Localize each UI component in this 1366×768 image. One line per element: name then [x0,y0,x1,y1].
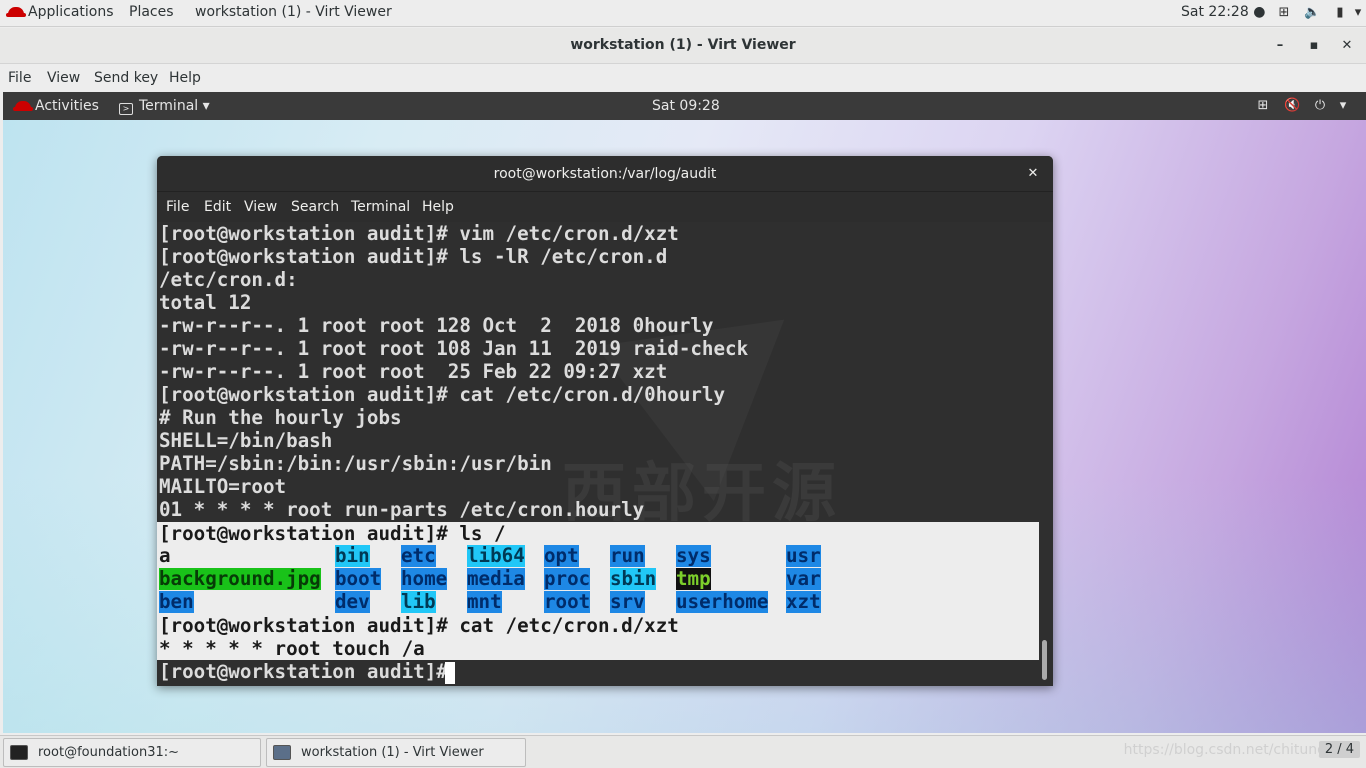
terminal-prompt[interactable]: [root@workstation audit]# [159,660,459,683]
terminal-line: * * * * * root touch /a [159,637,425,660]
terminal-line: # Run the hourly jobs [159,406,402,429]
network-icon[interactable]: ⊞ [1255,98,1271,114]
viewer-titlebar: workstation (1) - Virt Viewer – ▪ ✕ [0,28,1366,64]
terminal-output[interactable]: 西部开源 [root@workstation audit]# vim /etc/… [157,222,1053,686]
terminal-scrollbar[interactable] [1039,222,1049,686]
terminal-line: [root@workstation audit]# cat /etc/cron.… [159,383,726,406]
terminal-icon [10,745,28,760]
ls-entry: etc [401,544,436,567]
viewer-menubar: File View Send key Help [0,64,1366,92]
maximize-button[interactable]: ▪ [1304,36,1324,56]
applications-label: Applications [28,4,114,20]
ls-entry: opt [544,544,579,567]
guest-desktop[interactable]: Activities > Terminal ▾ Sat 09:28 ⊞ 🔇 ⏻ ▾… [3,92,1366,733]
menu-view[interactable]: View [47,70,80,86]
ls-entry: run [610,544,645,567]
terminal-line: -rw-r--r--. 1 root root 108 Jan 11 2019 … [159,337,749,360]
ls-entry: lib64 [467,544,525,567]
terminal-line: [root@workstation audit]# ls / [159,522,506,545]
terminal-menubar: File Edit View Search Terminal Help [157,192,1053,222]
terminal-line: -rw-r--r--. 1 root root 128 Oct 2 2018 0… [159,314,714,337]
terminal-menu-search[interactable]: Search [291,199,339,215]
ls-entry: sys [676,544,711,567]
ls-entry: dev [335,590,370,613]
ls-entry: proc [544,567,591,590]
redhat-icon [13,101,33,111]
activities-label: Activities [35,98,99,114]
ls-entry: home [401,567,448,590]
terminal-app-label: Terminal ▾ [139,98,210,114]
terminal-line: [root@workstation audit]# cat /etc/cron.… [159,614,679,637]
terminal-close-button[interactable]: ✕ [1023,164,1043,184]
battery-icon[interactable]: ▮ [1332,5,1348,21]
terminal-line: SHELL=/bin/bash [159,429,333,452]
viewer-window-title: workstation (1) - Virt Viewer [570,37,796,53]
ls-entry: lib [401,590,436,613]
terminal-line: /etc/cron.d: [159,268,298,291]
menu-send-key[interactable]: Send key [94,70,158,86]
ls-entry: var [786,567,821,590]
terminal-menu-file[interactable]: File [166,199,189,215]
host-taskbar: root@foundation31:~ workstation (1) - Vi… [0,735,1366,768]
power-icon[interactable]: ⏻ [1312,98,1328,114]
scrollbar-thumb[interactable] [1042,640,1047,680]
volume-icon[interactable]: 🔈 [1304,5,1320,21]
terminal-line: [root@workstation audit]# vim /etc/cron.… [159,222,679,245]
watermark-url: https://blog.csdn.net/chitung [1123,742,1326,758]
terminal-menu-view[interactable]: View [244,199,277,215]
terminal-line: 01 * * * * root run-parts /etc/cron.hour… [159,498,645,521]
taskbar-item-virt-viewer[interactable]: workstation (1) - Virt Viewer [266,738,526,767]
terminal-line: MAILTO=root [159,475,287,498]
ls-entry: boot [335,567,382,590]
menu-help[interactable]: Help [169,70,201,86]
terminal-line: -rw-r--r--. 1 root root 25 Feb 22 09:27 … [159,360,668,383]
ls-entry: root [544,590,591,613]
volume-muted-icon[interactable]: 🔇 [1284,98,1300,114]
system-menu-chevron-icon[interactable]: ▾ [1335,98,1351,114]
ls-entry: xzt [786,590,821,613]
ls-entry: bin [335,544,370,567]
taskbar-item-label: workstation (1) - Virt Viewer [301,745,484,760]
terminal-app-menu[interactable]: > Terminal ▾ [119,98,210,115]
terminal-window[interactable]: root@workstation:/var/log/audit ✕ File E… [157,156,1053,686]
applications-menu[interactable]: Applications [6,4,114,20]
terminal-titlebar[interactable]: root@workstation:/var/log/audit ✕ [157,156,1053,192]
terminal-cursor [445,662,455,684]
active-window-label[interactable]: workstation (1) - Virt Viewer [195,4,392,20]
minimize-button[interactable]: – [1270,36,1290,56]
workspace-pager[interactable]: 2 / 4 [1318,741,1360,758]
ls-entry: sbin [610,567,657,590]
guest-clock[interactable]: Sat 09:28 [652,98,720,114]
host-tray: ⊞ 🔈 ▮ ▾ [1166,0,1366,27]
host-top-panel: Applications Places workstation (1) - Vi… [0,0,1366,27]
network-icon[interactable]: ⊞ [1276,5,1292,21]
terminal-line: total 12 [159,291,252,314]
ls-entry: mnt [467,590,502,613]
close-button[interactable]: ✕ [1337,36,1357,56]
terminal-line: PATH=/sbin:/bin:/usr/sbin:/usr/bin [159,452,552,475]
terminal-line: [root@workstation audit]# ls -lR /etc/cr… [159,245,668,268]
terminal-menu-help[interactable]: Help [422,199,454,215]
terminal-title: root@workstation:/var/log/audit [493,166,717,182]
ls-entry: media [467,567,525,590]
ls-entry: srv [610,590,645,613]
guest-top-panel: Activities > Terminal ▾ Sat 09:28 ⊞ 🔇 ⏻ ▾ [3,92,1366,120]
virt-viewer-icon [273,745,291,760]
terminal-menu-terminal[interactable]: Terminal [351,199,410,215]
terminal-icon: > [119,103,133,115]
ls-entry: userhome [676,590,769,613]
terminal-menu-edit[interactable]: Edit [204,199,231,215]
system-menu-chevron-icon[interactable]: ▾ [1350,5,1366,21]
ls-entry: a [159,544,171,567]
ls-entry: tmp [676,567,711,590]
taskbar-item-label: root@foundation31:~ [38,745,180,760]
ls-entry: background.jpg [159,567,321,590]
ls-entry: usr [786,544,821,567]
redhat-icon [6,7,26,17]
taskbar-item-terminal[interactable]: root@foundation31:~ [3,738,261,767]
menu-file[interactable]: File [8,70,31,86]
places-menu[interactable]: Places [129,4,174,20]
ls-entry: ben [159,590,194,613]
activities-button[interactable]: Activities [13,98,99,114]
